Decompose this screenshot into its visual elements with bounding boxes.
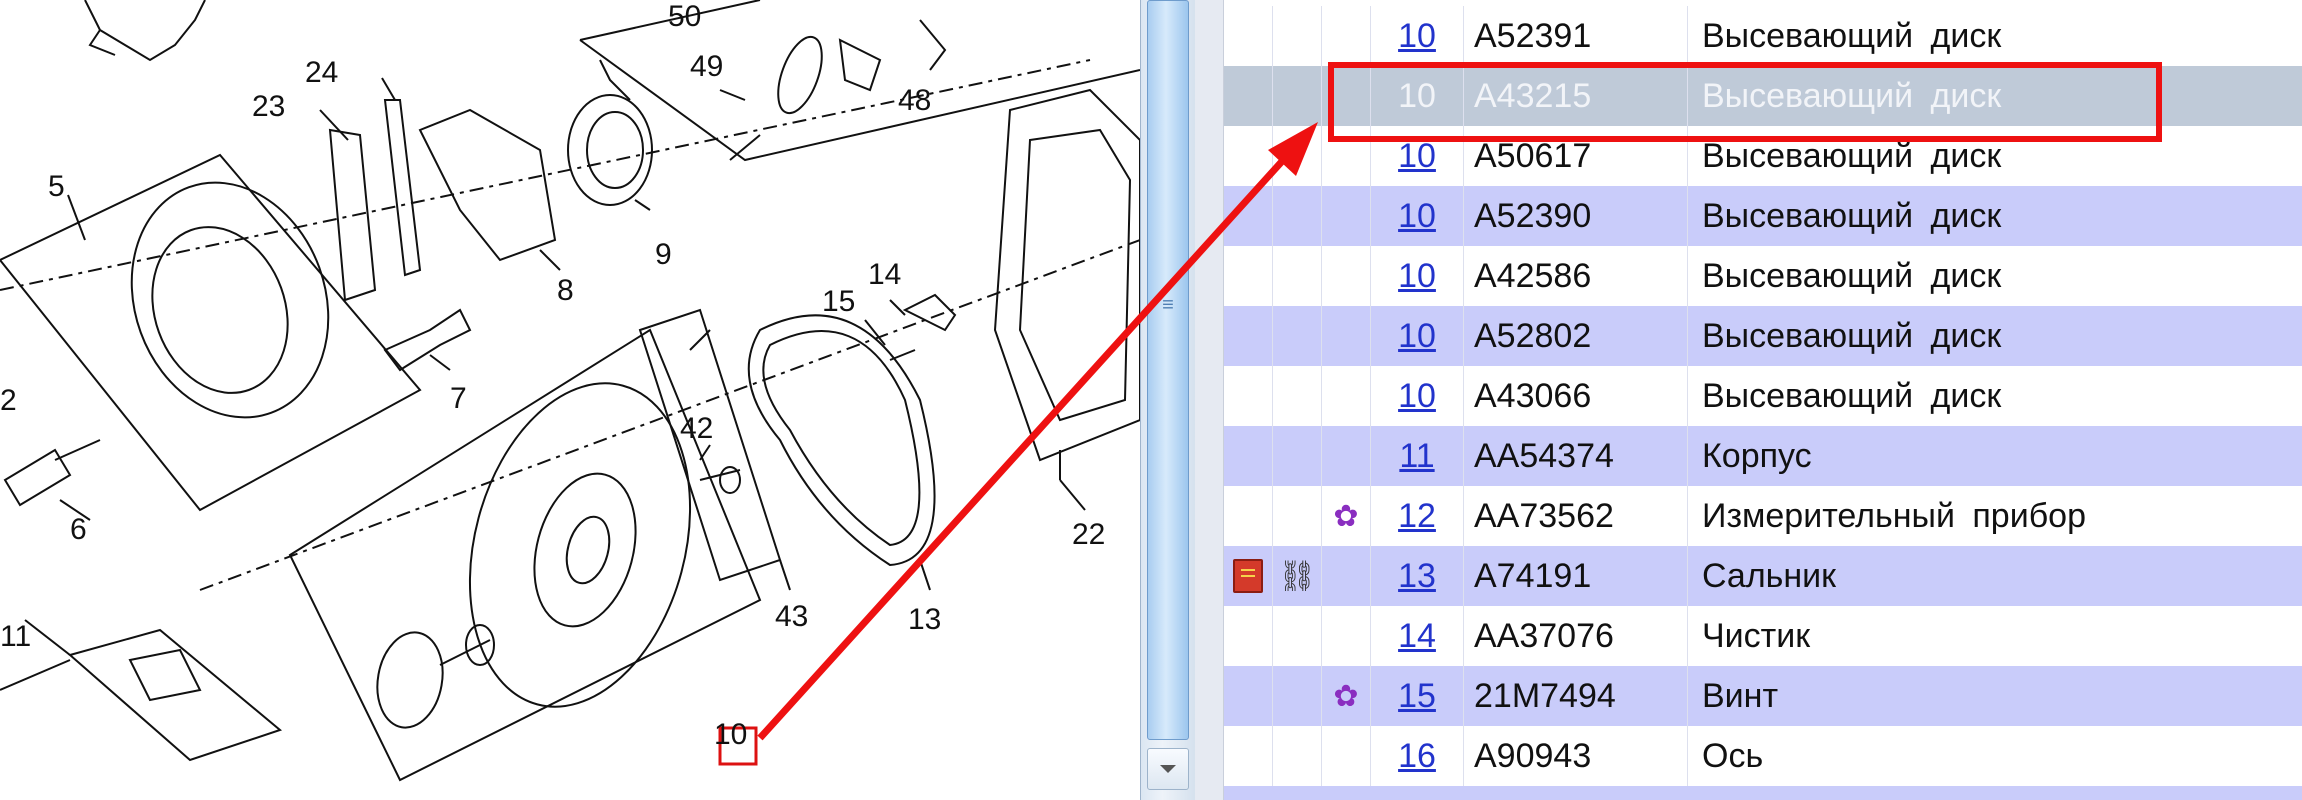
highlight-annotation-box	[1328, 62, 2162, 142]
table-row[interactable]: ⛓ 13 A74191 Сальник	[1224, 546, 2302, 606]
callout-2: 2	[0, 384, 17, 417]
callout-49: 49	[690, 50, 724, 83]
callout-11: 11	[0, 620, 32, 653]
part-description: Сальник	[1702, 556, 1837, 595]
flower-icon[interactable]: ✿	[1333, 679, 1358, 714]
table-row[interactable]: 10 A43066 Высевающий диск	[1224, 366, 2302, 426]
ref-link[interactable]: 10	[1398, 317, 1436, 356]
ref-link[interactable]: 12	[1398, 497, 1436, 536]
ref-link[interactable]: 10	[1398, 377, 1436, 416]
chain-link-icon[interactable]: ⛓	[1278, 559, 1316, 594]
callout-14: 14	[868, 258, 902, 291]
part-description: Высевающий диск	[1702, 196, 2002, 235]
ref-link[interactable]: 13	[1398, 557, 1436, 596]
callout-13: 13	[908, 603, 942, 636]
callout-23: 23	[252, 90, 286, 123]
table-row[interactable]: 10 A52391 Высевающий диск	[1224, 6, 2302, 66]
table-row	[1224, 786, 2302, 800]
scrollbar-grip-icon: ≡	[1162, 294, 1174, 316]
ref-link[interactable]: 10	[1398, 257, 1436, 296]
table-row[interactable]: 10 A52390 Высевающий диск	[1224, 186, 2302, 246]
chevron-down-icon	[1160, 765, 1176, 773]
callout-10[interactable]: 10	[714, 720, 747, 750]
part-number: 21M7494	[1464, 666, 1688, 726]
callout-42: 42	[680, 412, 714, 445]
ref-link[interactable]: 14	[1398, 617, 1436, 656]
part-description: Ось	[1702, 736, 1764, 775]
part-number: A90943	[1464, 726, 1688, 786]
flower-icon[interactable]: ✿	[1333, 499, 1358, 534]
callout-48: 48	[898, 84, 932, 117]
part-description: Высевающий диск	[1702, 256, 2002, 295]
part-description: Корпус	[1702, 436, 1812, 475]
table-row[interactable]: 16 A90943 Ось	[1224, 726, 2302, 786]
part-number: A74191	[1464, 546, 1688, 606]
callout-9: 9	[655, 238, 672, 271]
table-row[interactable]: 14 AA37076 Чистик	[1224, 606, 2302, 666]
table-row[interactable]: 10 A42586 Высевающий диск	[1224, 246, 2302, 306]
callout-8: 8	[557, 274, 574, 307]
notebook-icon[interactable]	[1233, 559, 1263, 593]
scrollbar-thumb[interactable]: ≡	[1147, 0, 1189, 740]
ref-link[interactable]: 10	[1398, 17, 1436, 56]
callout-5: 5	[48, 170, 65, 203]
part-number: AA73562	[1464, 486, 1688, 546]
part-number: A43066	[1464, 366, 1688, 426]
callout-6: 6	[70, 513, 87, 546]
callout-22: 22	[1072, 518, 1106, 551]
part-description: Винт	[1702, 676, 1779, 715]
table-row[interactable]: 11 AA54374 Корпус	[1224, 426, 2302, 486]
ref-link[interactable]: 15	[1398, 677, 1436, 716]
part-number: A52802	[1464, 306, 1688, 366]
part-description: Высевающий диск	[1702, 16, 2002, 55]
ref-link[interactable]: 11	[1399, 437, 1434, 476]
scroll-down-button[interactable]	[1147, 748, 1189, 790]
callout-50: 50	[668, 0, 702, 33]
ref-link[interactable]: 16	[1398, 737, 1436, 776]
callout-7: 7	[450, 382, 467, 415]
part-number: A42586	[1464, 246, 1688, 306]
part-description: Чистик	[1702, 616, 1811, 655]
table-row[interactable]: ✿ 15 21M7494 Винт	[1224, 666, 2302, 726]
part-number: A52390	[1464, 186, 1688, 246]
part-number: AA37076	[1464, 606, 1688, 666]
part-number: A52391	[1464, 6, 1688, 66]
callout-24: 24	[305, 56, 339, 89]
ref-link[interactable]: 10	[1398, 137, 1436, 176]
exploded-parts-diagram: 50 49 48 24 23 5 9 8 7 14 15 2 6 42 22 4…	[0, 0, 1140, 800]
part-description: Измерительный прибор	[1702, 496, 2086, 535]
table-row[interactable]: ✿ 12 AA73562 Измерительный прибор	[1224, 486, 2302, 546]
ref-link[interactable]: 10	[1398, 197, 1436, 236]
part-number: AA54374	[1464, 426, 1688, 486]
callout-43: 43	[775, 600, 809, 633]
panel-gutter	[1195, 0, 1224, 800]
table-row[interactable]: 10 A52802 Высевающий диск	[1224, 306, 2302, 366]
callout-15: 15	[822, 285, 856, 318]
part-description: Высевающий диск	[1702, 376, 2002, 415]
part-description: Высевающий диск	[1702, 316, 2002, 355]
diagram-drawing	[0, 0, 1140, 782]
vertical-scrollbar[interactable]: ≡	[1140, 0, 1196, 800]
